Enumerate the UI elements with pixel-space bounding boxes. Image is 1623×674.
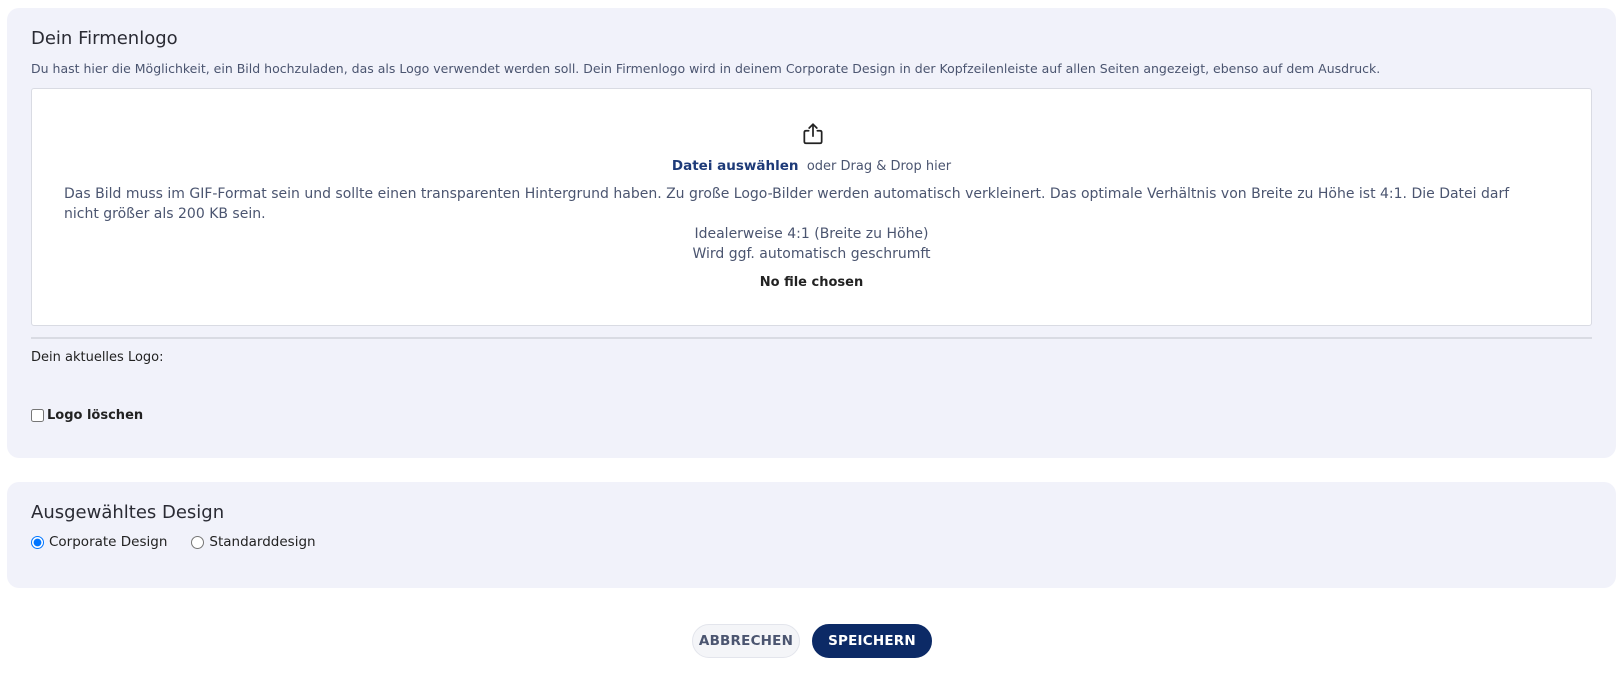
choose-file-line: Datei auswählen oder Drag & Drop hier <box>32 158 1591 174</box>
current-logo-label: Dein aktuelles Logo: <box>31 350 164 365</box>
file-requirements-text: Das Bild muss im GIF-Format sein und sol… <box>64 186 1510 222</box>
design-section-title: Ausgewähltes Design <box>31 502 225 523</box>
design-radio-group: Corporate Design Standarddesign <box>29 534 338 550</box>
logo-section-description: Du hast hier die Möglichkeit, ein Bild h… <box>31 61 1381 76</box>
delete-logo-label[interactable]: Logo löschen <box>47 408 143 423</box>
drag-drop-text: oder Drag & Drop hier <box>806 159 952 174</box>
logo-section: Dein Firmenlogo Du hast hier die Möglich… <box>7 8 1616 458</box>
ideal-ratio-text: Idealerweise 4:1 (Breite zu Höhe) <box>694 226 929 242</box>
auto-shrink-text: Wird ggf. automatisch geschrumft <box>692 246 931 262</box>
standard-design-label[interactable]: Standarddesign <box>209 534 315 550</box>
logo-section-title: Dein Firmenlogo <box>31 28 178 49</box>
standard-design-radio[interactable] <box>191 535 205 549</box>
delete-logo-checkbox[interactable] <box>31 409 44 422</box>
corporate-design-label[interactable]: Corporate Design <box>49 534 167 550</box>
design-section: Ausgewähltes Design Corporate Design Sta… <box>7 482 1616 588</box>
design-option-standard[interactable]: Standarddesign <box>189 534 316 550</box>
upload-icon <box>800 121 826 147</box>
delete-logo-row: Logo löschen <box>29 408 143 423</box>
choose-file-link[interactable]: Datei auswählen <box>672 158 799 174</box>
design-option-corporate[interactable]: Corporate Design <box>29 534 167 550</box>
corporate-design-radio[interactable] <box>31 535 44 549</box>
file-status: No file chosen <box>759 275 864 290</box>
section-divider <box>31 337 1592 339</box>
file-dropzone[interactable]: Datei auswählen oder Drag & Drop hier Da… <box>31 88 1592 326</box>
cancel-button[interactable]: ABBRECHEN <box>692 624 800 658</box>
ratio-hints: Idealerweise 4:1 (Breite zu Höhe) Wird g… <box>32 224 1591 264</box>
save-button[interactable]: SPEICHERN <box>812 624 932 658</box>
